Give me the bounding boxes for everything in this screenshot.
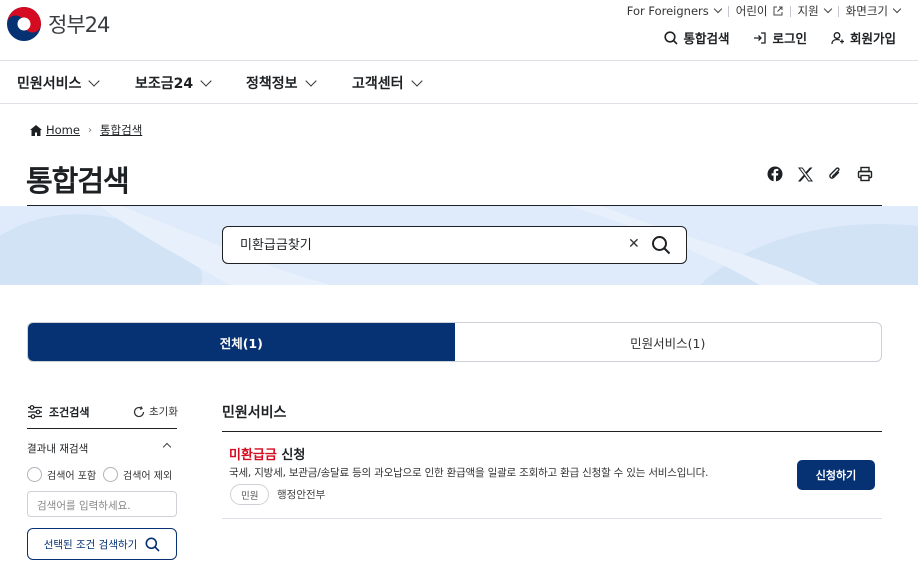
search-link-label: 통합검색 bbox=[683, 31, 730, 46]
user-add-icon bbox=[831, 31, 844, 44]
result-divider bbox=[222, 518, 882, 519]
display-size-link[interactable]: 화면크기 bbox=[845, 3, 902, 19]
divider bbox=[727, 5, 729, 17]
main-navigation: 민원서비스 보조금24 정책정보 고객센터 bbox=[0, 61, 918, 104]
logo-text: 정부24 bbox=[48, 13, 110, 37]
signup-link[interactable]: 회원가입 bbox=[831, 28, 896, 47]
refine-search-input[interactable]: 검색어를 입력하세요. bbox=[27, 491, 177, 517]
support-label: 지원 bbox=[797, 4, 819, 18]
login-label: 로그인 bbox=[772, 31, 807, 46]
print-icon[interactable] bbox=[856, 165, 874, 183]
login-link[interactable]: 로그인 bbox=[753, 28, 807, 47]
support-link[interactable]: 지원 bbox=[797, 3, 832, 19]
chevron-down-icon bbox=[304, 74, 317, 87]
result-tabs: 전체(1) 민원서비스(1) bbox=[27, 322, 882, 362]
breadcrumb-home[interactable]: Home bbox=[46, 123, 80, 137]
page-title: 통합검색 bbox=[26, 164, 130, 198]
divider bbox=[837, 5, 839, 17]
logo[interactable]: 정부24 bbox=[6, 6, 110, 42]
chevron-down-icon bbox=[823, 4, 832, 14]
search-icon bbox=[145, 537, 160, 552]
clear-icon[interactable]: ✕ bbox=[628, 236, 640, 252]
share-tools bbox=[754, 165, 874, 183]
link-copy-icon[interactable] bbox=[826, 165, 844, 183]
filter-title: 조건검색 bbox=[49, 406, 90, 419]
result-description: 국세, 지방세, 보관금/송달료 등의 과오납으로 인한 환급액을 일괄로 조회… bbox=[229, 467, 709, 479]
filter-divider bbox=[27, 428, 177, 429]
chevron-down-icon bbox=[892, 4, 902, 14]
result-title-highlight: 미환급금 bbox=[229, 448, 277, 463]
breadcrumb: Home › 통합검색 bbox=[30, 122, 142, 138]
search-input[interactable] bbox=[240, 236, 610, 251]
chevron-right-icon: › bbox=[87, 124, 92, 136]
results-section-title: 민원서비스 bbox=[222, 405, 287, 421]
chevron-down-icon bbox=[410, 74, 423, 87]
chevron-down-icon bbox=[713, 4, 722, 14]
children-link[interactable]: 어린이 bbox=[736, 3, 783, 19]
chevron-up-icon[interactable] bbox=[162, 442, 172, 452]
external-link-icon bbox=[773, 6, 782, 16]
chevron-down-icon bbox=[88, 74, 101, 87]
utility-menu: For Foreigners 어린이 지원 화면크기 bbox=[626, 3, 902, 19]
chevron-down-icon bbox=[200, 74, 212, 87]
refresh-icon bbox=[133, 405, 145, 417]
gnb-item-civil-service[interactable]: 민원서비스 bbox=[17, 73, 101, 93]
section-divider bbox=[222, 431, 882, 432]
exclude-radio[interactable]: 검색어 제외 bbox=[103, 467, 172, 482]
x-twitter-icon[interactable] bbox=[796, 165, 814, 183]
gnb-label: 정책정보 bbox=[246, 76, 298, 92]
tab-civil-service[interactable]: 민원서비스(1) bbox=[455, 323, 882, 361]
apply-filter-button[interactable]: 선택된 조건 검색하기 bbox=[27, 528, 177, 560]
facebook-icon[interactable] bbox=[766, 165, 784, 183]
taegeuk-logo-icon bbox=[7, 7, 41, 41]
search-box: ✕ bbox=[222, 226, 687, 264]
gnb-item-subsidy[interactable]: 보조금24 bbox=[135, 73, 212, 93]
home-icon bbox=[30, 124, 42, 136]
include-radio[interactable]: 검색어 포함 bbox=[27, 467, 96, 482]
site-header: 정부24 For Foreigners 어린이 지원 화면크기 통합검색 로그인… bbox=[0, 0, 918, 61]
filter-sliders-icon bbox=[28, 405, 42, 419]
display-size-label: 화면크기 bbox=[845, 4, 888, 18]
search-button[interactable] bbox=[651, 235, 671, 259]
header-tools: 통합검색 로그인 회원가입 bbox=[640, 28, 896, 47]
result-title-rest: 신청 bbox=[276, 448, 306, 463]
apply-filter-label: 선택된 조건 검색하기 bbox=[43, 538, 138, 551]
radio-circle bbox=[27, 467, 42, 482]
children-label: 어린이 bbox=[735, 4, 768, 18]
exclude-label: 검색어 제외 bbox=[123, 471, 173, 482]
result-title-link[interactable]: 미환급금 신청 bbox=[229, 444, 305, 463]
radio-circle bbox=[103, 467, 118, 482]
search-icon bbox=[664, 30, 679, 45]
refine-label: 결과내 재검색 bbox=[27, 443, 89, 455]
gnb-item-policy[interactable]: 정책정보 bbox=[246, 73, 317, 93]
search-icon bbox=[652, 236, 671, 255]
include-label: 검색어 포함 bbox=[47, 471, 97, 482]
for-foreigners-label: For Foreigners bbox=[626, 4, 709, 18]
breadcrumb-current[interactable]: 통합검색 bbox=[100, 122, 142, 138]
tab-all[interactable]: 전체(1) bbox=[28, 323, 455, 361]
search-link[interactable]: 통합검색 bbox=[664, 28, 729, 47]
gnb-label: 보조금24 bbox=[135, 76, 194, 92]
for-foreigners-link[interactable]: For Foreigners bbox=[626, 4, 722, 18]
category-badge: 민원 bbox=[230, 484, 270, 505]
gnb-label: 민원서비스 bbox=[17, 76, 82, 92]
signup-label: 회원가입 bbox=[849, 31, 896, 46]
reset-label: 초기화 bbox=[149, 406, 178, 418]
gnb-label: 고객센터 bbox=[352, 76, 404, 92]
reset-button[interactable]: 초기화 bbox=[133, 404, 178, 419]
gnb-item-customer-center[interactable]: 고객센터 bbox=[352, 73, 423, 93]
organization-label: 행정안전부 bbox=[277, 489, 326, 501]
divider bbox=[789, 5, 791, 17]
apply-service-button[interactable]: 신청하기 bbox=[797, 460, 875, 490]
filter-header: 조건검색 bbox=[27, 404, 89, 420]
login-icon bbox=[754, 31, 767, 44]
